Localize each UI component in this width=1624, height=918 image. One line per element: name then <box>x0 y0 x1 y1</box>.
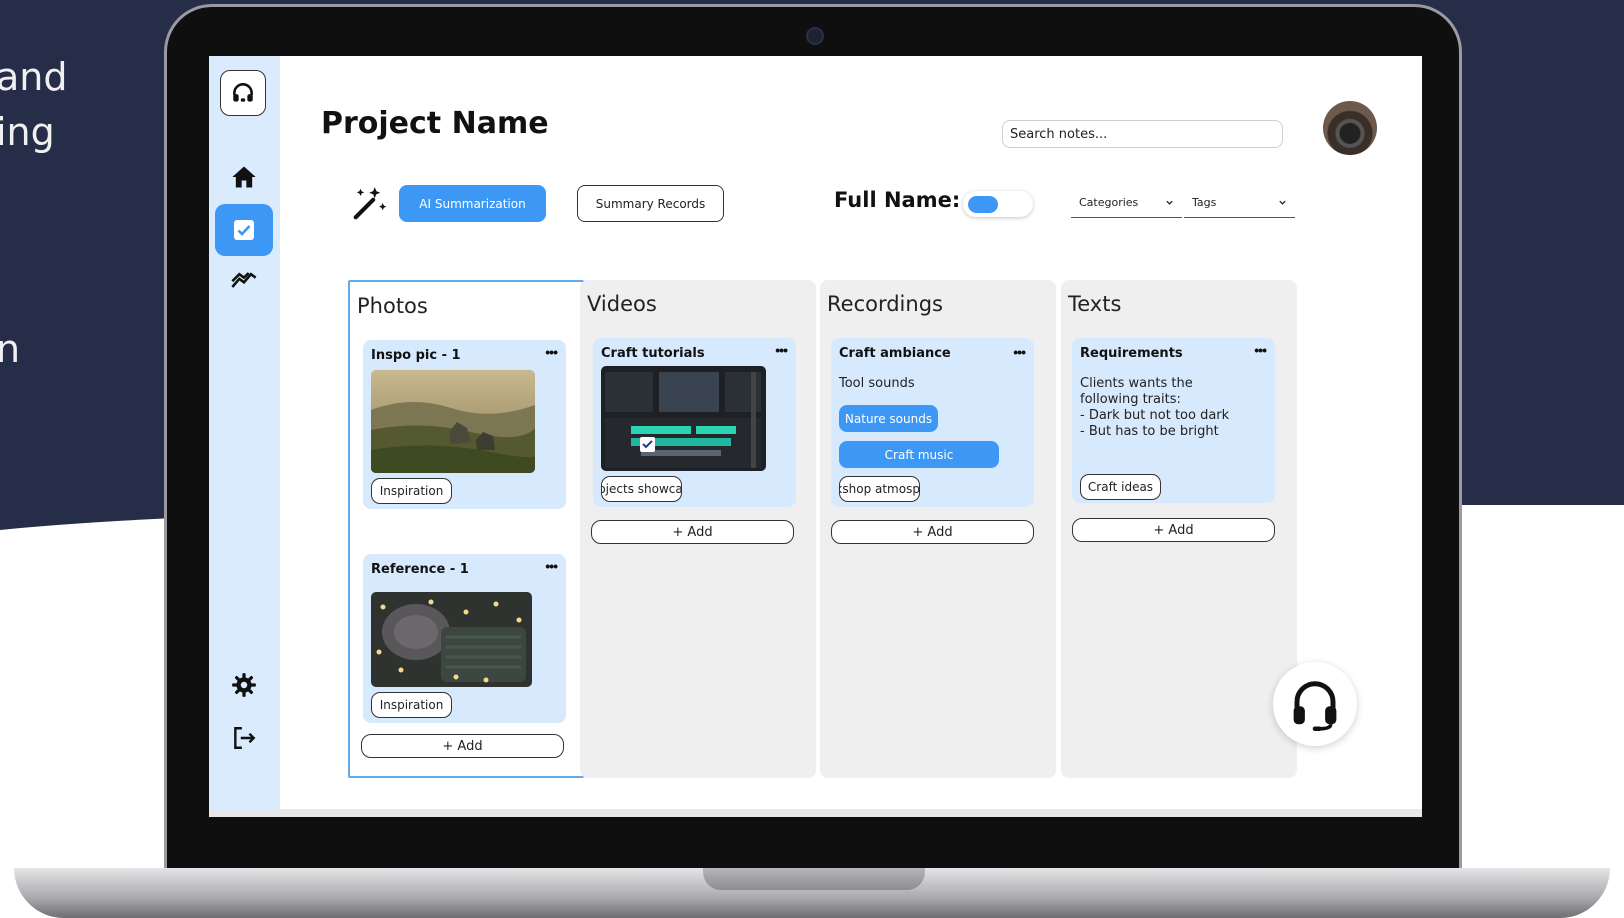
card-craft-tutorials[interactable]: Craft tutorials ••• Proj <box>593 338 796 507</box>
column-photos[interactable]: Photos Inspo pic - 1 ••• Inspiration Ref… <box>348 280 584 778</box>
ai-summarization-button[interactable]: AI Summarization <box>399 185 546 222</box>
requirement-line: following traits: <box>1080 392 1181 407</box>
card-reference[interactable]: Reference - 1 ••• Inspiration <box>363 554 566 723</box>
sidebar-item-analytics[interactable] <box>215 254 273 306</box>
headset-logo-icon[interactable] <box>220 70 266 116</box>
add-button[interactable]: + Add <box>1072 518 1275 542</box>
categories-label: Categories <box>1079 196 1139 209</box>
more-options-icon[interactable]: ••• <box>1013 344 1026 360</box>
recording-item[interactable]: Tool sounds <box>839 376 915 391</box>
tag-chip[interactable]: Inspiration <box>371 478 452 504</box>
card-inspo-pic[interactable]: Inspo pic - 1 ••• Inspiration <box>363 340 566 509</box>
magic-wand-icon <box>353 187 387 220</box>
full-name-toggle[interactable] <box>963 191 1033 217</box>
card-title: Requirements <box>1080 346 1183 361</box>
card-title: Craft tutorials <box>601 346 705 361</box>
app-screen: Project Name AI Summarization Summary Re… <box>209 56 1422 809</box>
add-button[interactable]: + Add <box>361 734 564 758</box>
tag-chip[interactable]: Craft ideas <box>1080 474 1161 500</box>
background-text-1: and <box>0 55 68 99</box>
column-title: Recordings <box>827 292 943 316</box>
logout-icon <box>234 727 256 749</box>
screen-bottom <box>209 809 1422 817</box>
knitting-photo <box>371 592 532 687</box>
laptop-notch <box>703 868 925 890</box>
column-title: Photos <box>357 294 428 318</box>
categories-dropdown[interactable]: Categories <box>1071 188 1182 218</box>
column-title: Texts <box>1068 292 1122 316</box>
sidebar-item-logout[interactable] <box>215 712 273 764</box>
recording-chip-craft-music[interactable]: Craft music <box>839 441 999 468</box>
sidebar <box>209 56 280 809</box>
sidebar-item-home[interactable] <box>215 151 273 203</box>
page-title: Project Name <box>321 106 549 141</box>
requirement-line: - But has to be bright <box>1080 424 1219 439</box>
search-input[interactable] <box>1002 120 1283 148</box>
card-title: Reference - 1 <box>371 562 469 577</box>
requirement-line: Clients wants the <box>1080 376 1193 391</box>
card-title: Inspo pic - 1 <box>371 348 461 363</box>
column-title: Videos <box>587 292 657 316</box>
more-options-icon[interactable]: ••• <box>1254 342 1267 358</box>
recording-chip-nature[interactable]: Nature sounds <box>839 405 938 432</box>
more-options-icon[interactable]: ••• <box>545 344 558 360</box>
gear-icon <box>232 673 256 697</box>
trend-icon <box>231 272 257 288</box>
landscape-photo <box>371 370 535 473</box>
add-button[interactable]: + Add <box>591 520 794 544</box>
column-videos[interactable]: Videos Craft tutorials ••• jects showca … <box>580 280 816 778</box>
more-options-icon[interactable]: ••• <box>775 342 788 358</box>
full-name-label: Full Name: <box>834 188 961 212</box>
card-title: Craft ambiance <box>839 346 951 361</box>
add-button[interactable]: + Add <box>831 520 1034 544</box>
support-button[interactable] <box>1273 662 1357 746</box>
column-texts[interactable]: Texts Requirements ••• Clients wants the… <box>1061 280 1297 778</box>
requirement-line: - Dark but not too dark <box>1080 408 1230 423</box>
chevron-down-icon <box>1279 200 1286 205</box>
background-text-2: ing <box>0 110 55 154</box>
video-editor-thumbnail <box>601 366 766 471</box>
more-options-icon[interactable]: ••• <box>545 558 558 574</box>
avatar[interactable] <box>1323 101 1377 155</box>
card-requirements[interactable]: Requirements ••• Clients wants the follo… <box>1072 338 1275 503</box>
summary-records-button[interactable]: Summary Records <box>577 185 724 222</box>
tag-chip[interactable]: Workshop atmosphere <box>839 476 920 502</box>
chevron-down-icon <box>1166 200 1173 205</box>
background-text-3: n <box>0 327 21 371</box>
camera-icon <box>806 27 824 45</box>
tags-label: Tags <box>1192 196 1217 209</box>
sidebar-item-tasks[interactable] <box>215 204 273 256</box>
column-recordings[interactable]: Recordings Craft ambiance ••• Tool sound… <box>820 280 1056 778</box>
sidebar-item-settings[interactable] <box>215 659 273 711</box>
home-icon <box>232 166 256 188</box>
card-craft-ambiance[interactable]: Craft ambiance ••• Tool sounds Nature so… <box>831 338 1034 507</box>
tag-chip[interactable]: Projects showcase <box>601 476 682 502</box>
checkbox-icon <box>234 220 254 240</box>
tag-chip[interactable]: Inspiration <box>371 692 452 718</box>
tags-dropdown[interactable]: Tags <box>1184 188 1295 218</box>
toggle-knob <box>968 196 998 213</box>
headset-icon <box>1293 681 1337 731</box>
